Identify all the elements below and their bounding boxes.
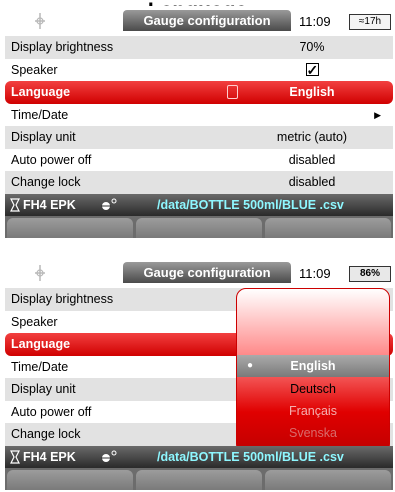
- device-logo-icon: [35, 13, 45, 29]
- setting-label: Speaker: [11, 314, 58, 329]
- softkey-bar: [5, 215, 393, 238]
- setting-time-date[interactable]: Time/Date ▶: [5, 103, 393, 126]
- top-bar: Gauge configuration 11:09 86%: [5, 258, 393, 288]
- setting-value: metric (auto): [276, 130, 348, 144]
- file-path: /data/BOTTLE 500ml/BLUE .csv: [157, 197, 344, 212]
- softkey-3[interactable]: [265, 217, 391, 238]
- checkbox-checked-icon[interactable]: [305, 59, 319, 81]
- language-option-svenska[interactable]: Svenska: [237, 422, 389, 444]
- setting-label: Auto power off: [11, 152, 92, 167]
- setting-label: Time/Date: [11, 107, 69, 122]
- setting-language[interactable]: Language English: [5, 81, 393, 104]
- setting-value: English: [289, 85, 335, 99]
- language-dropdown[interactable]: ● English Deutsch Français Svenska: [236, 288, 390, 454]
- setting-label: Display unit: [11, 130, 76, 144]
- softkey-2[interactable]: [136, 217, 262, 238]
- setting-display-brightness[interactable]: Display brightness 70%: [5, 36, 393, 59]
- file-path: /data/BOTTLE 500ml/BLUE .csv: [157, 449, 344, 464]
- softkey-2[interactable]: [136, 469, 262, 490]
- probe-icon: [101, 450, 117, 462]
- top-bar: Gauge configuration 11:09 ≈17h: [5, 6, 393, 36]
- device-name: FH4 EPK: [23, 449, 76, 464]
- status-bar: FH4 EPK /data/BOTTLE 500ml/BLUE .csv: [5, 445, 393, 468]
- setting-display-unit[interactable]: Display unit metric (auto): [5, 126, 393, 149]
- language-option-english[interactable]: ● English: [237, 355, 389, 377]
- battery-indicator: 86%: [349, 266, 391, 282]
- settings-list: Display brightness 70% Speaker Language …: [5, 36, 393, 194]
- language-option-francais[interactable]: Français: [237, 400, 389, 422]
- window-title: Gauge configuration: [123, 10, 291, 31]
- setting-label: Language: [11, 85, 71, 99]
- setting-label: Speaker: [11, 62, 58, 77]
- setting-change-lock[interactable]: Change lock disabled: [5, 171, 393, 194]
- chevron-right-icon: ▶: [374, 109, 381, 120]
- setting-label: Display brightness: [11, 40, 114, 54]
- softkey-3[interactable]: [265, 469, 391, 490]
- clock: 11:09: [299, 14, 331, 29]
- battery-indicator: ≈17h: [349, 14, 391, 30]
- language-option-deutsch[interactable]: Deutsch: [237, 378, 389, 400]
- window-title: Gauge configuration: [123, 262, 291, 283]
- device-logo-icon: [35, 265, 45, 281]
- clock: 11:09: [299, 266, 331, 281]
- softkey-1[interactable]: [7, 469, 133, 490]
- setting-label: Time/Date: [11, 359, 69, 374]
- settings-screen-closed: Gauge configuration 11:09 ≈17h Display b…: [5, 6, 393, 238]
- setting-label: Auto power off: [11, 404, 92, 419]
- status-bar: FH4 EPK /data/BOTTLE 500ml/BLUE .csv: [5, 193, 393, 216]
- probe-icon: [101, 198, 117, 210]
- setting-auto-power-off[interactable]: Auto power off disabled: [5, 148, 393, 171]
- setting-label: Display unit: [11, 382, 76, 396]
- setting-value: disabled: [288, 152, 336, 167]
- bullet-icon: ●: [247, 360, 254, 371]
- device-icon: [10, 197, 20, 212]
- setting-label: Display brightness: [11, 292, 114, 306]
- device-icon: [10, 449, 20, 464]
- setting-value: disabled: [288, 175, 336, 189]
- setting-label: Language: [11, 337, 71, 351]
- settings-screen-dropdown: Gauge configuration 11:09 86% Display br…: [5, 258, 393, 492]
- setting-label: Change lock: [11, 427, 81, 441]
- device-name: FH4 EPK: [23, 197, 76, 212]
- softkey-bar: [5, 467, 393, 490]
- setting-value: 70%: [299, 40, 325, 54]
- setting-label: Change lock: [11, 175, 81, 189]
- softkey-1[interactable]: [7, 217, 133, 238]
- setting-speaker[interactable]: Speaker: [5, 58, 393, 81]
